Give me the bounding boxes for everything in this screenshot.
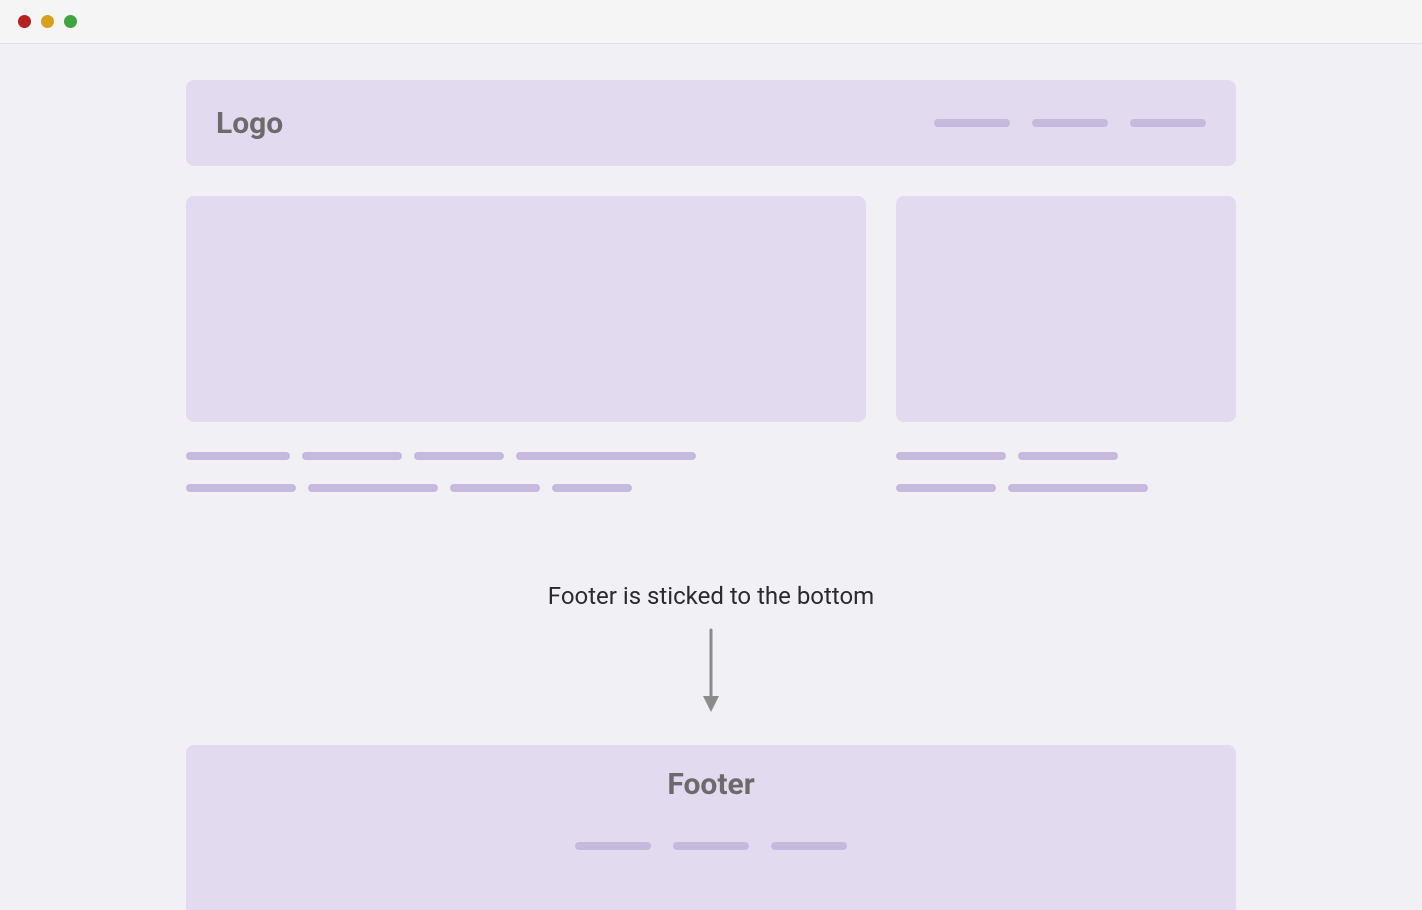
text-line-placeholder (302, 452, 402, 460)
content-left-column (186, 196, 866, 492)
footer-link-placeholder[interactable] (575, 842, 651, 850)
text-placeholder-right (896, 452, 1236, 492)
footer-links-placeholder (575, 842, 847, 850)
text-line-placeholder (414, 452, 504, 460)
text-line-placeholder (896, 484, 996, 492)
footer-block: Footer (186, 745, 1236, 910)
footer-title: Footer (667, 767, 754, 802)
nav-item-placeholder[interactable] (1130, 119, 1206, 127)
header-block: Logo (186, 80, 1236, 166)
window-titlebar (0, 0, 1422, 44)
page-layout: Logo Footer is sticked to the bottom Foo… (186, 44, 1236, 910)
close-icon[interactable] (18, 15, 31, 28)
text-line-placeholder (1018, 452, 1118, 460)
text-line-placeholder (896, 452, 1006, 460)
content-row (186, 196, 1236, 492)
spacer (186, 714, 1236, 729)
text-line-placeholder (308, 484, 438, 492)
nav-item-placeholder[interactable] (1032, 119, 1108, 127)
logo: Logo (216, 106, 283, 141)
text-line-placeholder (450, 484, 540, 492)
arrow-down-icon (699, 628, 723, 714)
annotation: Footer is sticked to the bottom (186, 582, 1236, 714)
minimize-icon[interactable] (41, 15, 54, 28)
text-placeholder-left (186, 452, 866, 492)
content-right-column (896, 196, 1236, 492)
zoom-icon[interactable] (64, 15, 77, 28)
text-line-placeholder (186, 484, 296, 492)
text-line-placeholder (516, 452, 696, 460)
text-line-placeholder (186, 452, 290, 460)
text-line-placeholder (552, 484, 632, 492)
browser-window: Logo Footer is sticked to the bottom Foo… (0, 0, 1422, 910)
nav-placeholder (934, 119, 1206, 127)
text-line-placeholder (1008, 484, 1148, 492)
image-placeholder-right (896, 196, 1236, 422)
image-placeholder-left (186, 196, 866, 422)
footer-link-placeholder[interactable] (673, 842, 749, 850)
footer-link-placeholder[interactable] (771, 842, 847, 850)
annotation-label: Footer is sticked to the bottom (186, 582, 1236, 610)
nav-item-placeholder[interactable] (934, 119, 1010, 127)
